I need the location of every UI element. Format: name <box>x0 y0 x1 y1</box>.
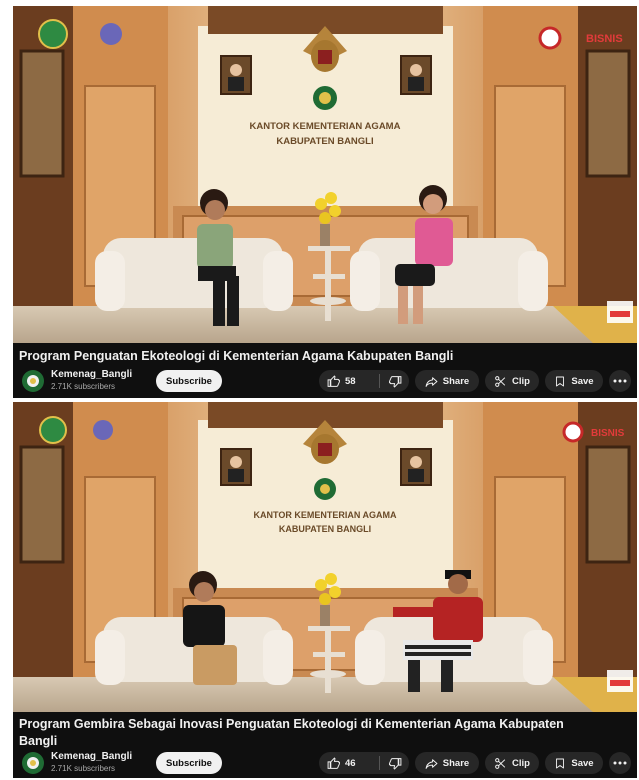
brand-logo-text: BISNIS <box>586 33 623 45</box>
share-label: Share <box>442 375 470 387</box>
set-sign-line2: KABUPATEN BANGLI <box>276 136 373 147</box>
subscriber-count: 2.71K subscribers <box>51 382 116 391</box>
dislike-button[interactable] <box>380 757 402 770</box>
thumbs-down-icon <box>389 757 402 770</box>
like-button[interactable]: 58 <box>319 374 380 388</box>
video-player[interactable]: KANTOR KEMENTERIAN AGAMA KABUPATEN BANGL… <box>13 402 637 712</box>
like-button[interactable]: 46 <box>319 756 380 770</box>
like-dislike-group: 58 <box>319 370 409 392</box>
channel-avatar[interactable] <box>22 752 44 774</box>
set-sign-line2: KABUPATEN BANGLI <box>279 524 371 534</box>
like-dislike-group: 46 <box>319 752 409 774</box>
bookmark-icon <box>556 376 565 386</box>
clip-button[interactable]: Clip <box>485 370 539 392</box>
clip-button[interactable]: Clip <box>485 752 539 774</box>
save-button[interactable]: Save <box>545 752 603 774</box>
video-card: KANTOR KEMENTERIAN AGAMA KABUPATEN BANGL… <box>13 402 637 778</box>
brand-logo-text: BISNIS <box>591 428 625 439</box>
dislike-button[interactable] <box>380 375 402 388</box>
bookmark-icon <box>556 758 565 768</box>
kemenag-logo-icon <box>27 375 39 387</box>
save-label: Save <box>571 375 594 387</box>
like-count: 46 <box>345 757 356 769</box>
clip-label: Clip <box>512 375 530 387</box>
save-label: Save <box>571 757 594 769</box>
share-arrow-icon <box>425 758 438 769</box>
more-actions-button[interactable] <box>609 752 631 774</box>
channel-name[interactable]: Kemenag_Bangli <box>51 369 132 380</box>
thumbs-up-icon <box>327 756 340 769</box>
video-frame-talkshow-set: KANTOR KEMENTERIAN AGAMA KABUPATEN BANGL… <box>13 402 637 712</box>
video-card: KANTOR KEMENTERIAN AGAMA KABUPATEN BANGL… <box>13 6 637 398</box>
clip-label: Clip <box>512 757 530 769</box>
left-sofa <box>95 238 293 311</box>
more-horizontal-icon <box>613 761 627 765</box>
share-button[interactable]: Share <box>415 752 479 774</box>
channel-avatar[interactable] <box>22 370 44 392</box>
scissors-icon <box>495 375 506 387</box>
video-action-row: Kemenag_Bangli 2.71K subscribers Subscri… <box>19 750 631 776</box>
thumbs-up-icon <box>327 374 340 387</box>
share-arrow-icon <box>425 376 438 387</box>
video-player[interactable]: KANTOR KEMENTERIAN AGAMA KABUPATEN BANGL… <box>13 6 637 343</box>
like-count: 58 <box>345 375 356 387</box>
thumbs-down-icon <box>389 375 402 388</box>
video-action-row: Kemenag_Bangli 2.71K subscribers Subscri… <box>19 368 631 394</box>
more-horizontal-icon <box>613 379 627 383</box>
save-button[interactable]: Save <box>545 370 603 392</box>
subscribe-button[interactable]: Subscribe <box>156 752 222 774</box>
channel-name[interactable]: Kemenag_Bangli <box>51 751 132 762</box>
share-label: Share <box>442 757 470 769</box>
subscribe-button[interactable]: Subscribe <box>156 370 222 392</box>
kemenag-logo-icon <box>27 757 39 769</box>
subscriber-count: 2.71K subscribers <box>51 764 116 773</box>
video-title[interactable]: Program Gembira Sebagai Inovasi Penguata… <box>19 716 579 750</box>
video-frame-talkshow-set: KANTOR KEMENTERIAN AGAMA KABUPATEN BANGL… <box>13 6 637 343</box>
video-title[interactable]: Program Penguatan Ekoteologi di Kementer… <box>19 348 453 365</box>
more-actions-button[interactable] <box>609 370 631 392</box>
set-sign-line1: KANTOR KEMENTERIAN AGAMA <box>250 121 401 132</box>
share-button[interactable]: Share <box>415 370 479 392</box>
scissors-icon <box>495 757 506 769</box>
set-sign-line1: KANTOR KEMENTERIAN AGAMA <box>254 510 397 520</box>
